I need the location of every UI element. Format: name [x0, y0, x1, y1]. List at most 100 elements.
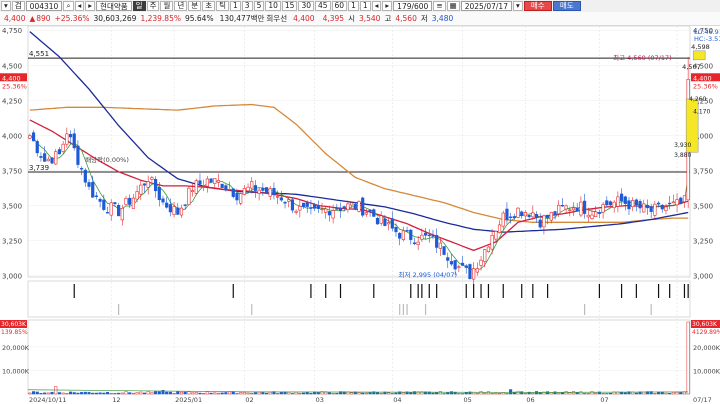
candle	[131, 197, 135, 209]
candle	[405, 230, 409, 232]
candle	[224, 185, 228, 190]
volume-bar	[316, 392, 320, 395]
bar-count-field[interactable]: 179/600	[393, 1, 433, 11]
volume-bar	[331, 393, 335, 395]
volume-bar	[264, 392, 269, 395]
interval-button-1[interactable]: 1	[230, 1, 241, 11]
volume-bar	[601, 393, 605, 395]
candle	[46, 158, 50, 162]
candle	[379, 215, 383, 224]
price-tick-label-right: 3,500	[693, 202, 713, 210]
candle	[124, 198, 128, 205]
right-price-tag: 4,400	[693, 74, 712, 82]
candle	[583, 200, 587, 214]
interval-button-15[interactable]: 15	[281, 1, 298, 11]
candle	[61, 143, 65, 152]
candle	[494, 231, 498, 240]
candle	[431, 235, 435, 237]
candle	[568, 209, 572, 211]
period-button-5[interactable]: 틱	[216, 1, 229, 11]
next-stock-button[interactable]: ▸	[85, 1, 96, 11]
extra-button-1[interactable]: 1	[348, 1, 359, 11]
interval-button-10[interactable]: 10	[265, 1, 281, 11]
open-label: 시	[348, 14, 355, 23]
period-button-0[interactable]: 주	[146, 1, 160, 11]
buy-button[interactable]: 매수	[523, 1, 552, 11]
period-button-4[interactable]: 초	[202, 1, 216, 11]
calendar-dropdown-icon[interactable]: ▾	[512, 1, 523, 11]
interval-button-5[interactable]: 5	[253, 1, 265, 11]
chart-list-icon[interactable]: ≡	[433, 1, 446, 11]
volume-bar	[309, 393, 313, 395]
candle	[409, 229, 413, 240]
stock-search-button[interactable]: 검	[11, 1, 25, 11]
reference-line-label: 4,551	[29, 50, 49, 58]
volume-bar	[154, 391, 158, 395]
interval-button-3[interactable]: 3	[241, 1, 253, 11]
volume-bar	[202, 393, 206, 395]
candle	[642, 203, 646, 213]
candle	[298, 206, 302, 211]
period-button-1[interactable]: 월	[160, 1, 174, 11]
price-tick-label: 3,000	[2, 273, 22, 281]
scroll-right-button[interactable]: ▸	[382, 1, 393, 11]
volume-bar	[305, 391, 309, 395]
period-day-button[interactable]: 일	[132, 1, 146, 11]
menu-icon[interactable]: ▾	[1, 1, 11, 11]
sell-button[interactable]: 매도	[552, 1, 581, 11]
scroll-left-button[interactable]: ◂	[371, 1, 382, 11]
candle	[153, 178, 158, 192]
volume-bar	[594, 392, 598, 395]
volume-bar	[198, 392, 202, 395]
calendar-icon[interactable]: ▦	[446, 1, 460, 11]
candle	[257, 189, 261, 194]
price-tick-label-right: 3,250	[693, 238, 713, 246]
volume-bar	[475, 392, 479, 395]
candle	[128, 197, 132, 205]
period-button-2[interactable]: 년	[174, 1, 188, 11]
candle	[361, 197, 365, 216]
extra-button-2[interactable]: 1	[359, 1, 371, 11]
amount: 130,477백만	[219, 14, 265, 23]
interval-button-60[interactable]: 60	[331, 1, 348, 11]
volume-bar	[671, 392, 675, 395]
period-button-3[interactable]: 분	[188, 1, 202, 11]
volume-tick-label-right: 10,000K	[693, 367, 720, 375]
volume-tick-label: 20,000K	[2, 344, 30, 352]
candle	[627, 200, 631, 210]
date-field[interactable]: 2025/07/17	[460, 1, 512, 11]
interval-button-45[interactable]: 45	[314, 1, 331, 11]
interval-button-30[interactable]: 30	[298, 1, 314, 11]
signal-panel	[27, 280, 691, 318]
candle	[586, 214, 590, 218]
right-vol-pct-tag: 4129.89%	[692, 329, 720, 336]
candle	[442, 246, 446, 255]
x-axis-label: 03	[316, 396, 324, 404]
volume-bar	[401, 392, 405, 395]
search-icon[interactable]: ⌕	[63, 1, 74, 11]
prev-stock-button[interactable]: ◂	[74, 1, 85, 11]
candle	[660, 204, 664, 210]
candle	[368, 209, 372, 212]
candle	[512, 216, 516, 219]
candle	[390, 218, 394, 229]
stock-chart[interactable]: 4,750 4,7504,500 4,5004,250 4,2504,000 4,000…	[0, 26, 720, 404]
volume-bar	[191, 392, 195, 395]
volume-panel	[27, 319, 691, 395]
volume-bar	[220, 392, 224, 395]
candle	[261, 187, 265, 191]
candle	[398, 232, 402, 239]
volume-bar	[61, 392, 65, 395]
candle	[608, 201, 613, 206]
candle	[50, 157, 54, 164]
volume-bar	[216, 392, 221, 395]
stock-code-input[interactable]: 004310	[25, 1, 63, 11]
volume-bar	[68, 391, 73, 395]
candle	[557, 204, 561, 214]
volume-bar	[268, 391, 272, 395]
candle	[283, 202, 287, 204]
volume-bar	[50, 391, 54, 395]
stock-name-field[interactable]: 현대약품	[96, 1, 132, 11]
candle	[68, 134, 73, 138]
candle	[213, 178, 217, 184]
